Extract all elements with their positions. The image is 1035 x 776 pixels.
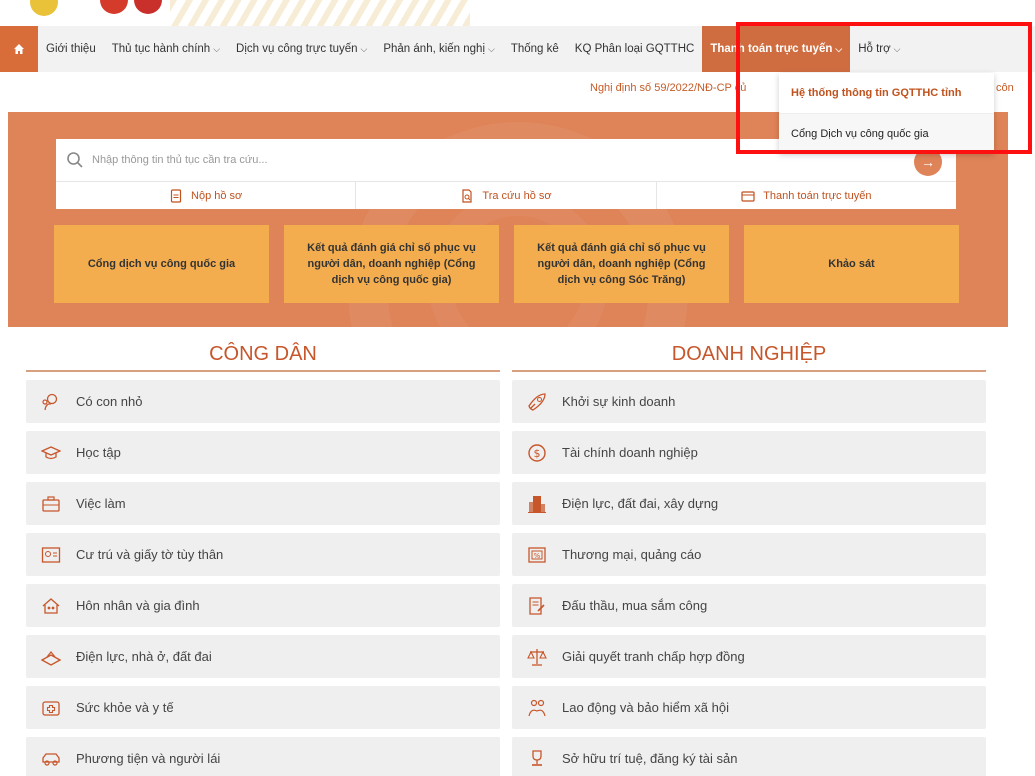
land-icon bbox=[41, 650, 61, 666]
baby-icon bbox=[42, 393, 58, 410]
feature-cards: Cổng dịch vụ công quốc gia Kết quả đánh … bbox=[54, 225, 959, 303]
credit-card-icon bbox=[741, 190, 755, 202]
list-item-label: Cư trú và giấy tờ tùy thân bbox=[76, 547, 224, 562]
quick-link-label: Tra cứu hồ sơ bbox=[482, 189, 552, 202]
business-item-thuong-mai[interactable]: % Thương mại, quảng cáo bbox=[512, 533, 986, 576]
emblem-logo bbox=[30, 0, 58, 16]
document-edit-icon bbox=[529, 596, 545, 615]
business-item-khoi-su[interactable]: Khởi sự kinh doanh bbox=[512, 380, 986, 423]
list-item-label: Sở hữu trí tuệ, đăng ký tài sản bbox=[562, 751, 738, 766]
business-item-so-huu-tri-tue[interactable]: Sở hữu trí tuệ, đăng ký tài sản bbox=[512, 737, 986, 776]
citizen-item-phuong-tien[interactable]: Phương tiện và người lái bbox=[26, 737, 500, 776]
divider bbox=[512, 370, 986, 372]
citizen-title: CÔNG DÂN bbox=[209, 343, 317, 365]
list-item-label: Phương tiện và người lái bbox=[76, 751, 221, 766]
list-item-label: Sức khỏe và y tế bbox=[76, 700, 174, 715]
business-item-dau-thau[interactable]: Đấu thầu, mua sắm công bbox=[512, 584, 986, 627]
nav-label: Thống kê bbox=[510, 43, 559, 55]
list-item-label: Lao động và bảo hiểm xã hội bbox=[562, 700, 729, 715]
search-icon bbox=[67, 152, 83, 168]
quick-link-nop-ho-so[interactable]: Nộp hồ sơ bbox=[56, 182, 357, 209]
citizen-item-suc-khoe[interactable]: Sức khỏe và y tế bbox=[26, 686, 500, 729]
business-title: DOANH NGHIỆP bbox=[671, 343, 827, 365]
graduation-cap-icon bbox=[41, 445, 61, 459]
card-cong-dvc-quoc-gia[interactable]: Cổng dịch vụ công quốc gia bbox=[54, 225, 269, 303]
citizen-item-co-con-nho[interactable]: Có con nhỏ bbox=[26, 380, 500, 423]
nav-label: Thủ tục hành chính bbox=[111, 43, 211, 55]
citizen-item-cu-tru[interactable]: Cư trú và giấy tờ tùy thân bbox=[26, 533, 500, 576]
list-item-label: Có con nhỏ bbox=[76, 394, 143, 409]
nav-item-gioi-thieu[interactable]: Giới thiệu bbox=[38, 26, 104, 72]
worker-icon bbox=[528, 699, 546, 716]
chevron-down-icon: ⌵ bbox=[488, 43, 495, 54]
search-input[interactable]: Nhập thông tin thủ tục cần tra cứu... bbox=[92, 154, 268, 166]
banner-decoration bbox=[100, 0, 164, 14]
nav-item-phan-anh[interactable]: Phản ánh, kiến nghị ⌵ bbox=[375, 26, 503, 72]
citizen-item-dien-luc-nha-o[interactable]: Điện lực, nhà ở, đất đai bbox=[26, 635, 500, 678]
rocket-icon bbox=[528, 392, 546, 411]
card-danh-gia-soc-trang[interactable]: Kết quả đánh giá chỉ số phục vụ người dâ… bbox=[514, 225, 729, 303]
arrow-right-icon: → bbox=[921, 154, 935, 170]
card-danh-gia-quoc-gia[interactable]: Kết quả đánh giá chỉ số phục vụ người dâ… bbox=[284, 225, 499, 303]
list-item-label: Khởi sự kinh doanh bbox=[562, 394, 676, 409]
scales-icon bbox=[527, 648, 547, 666]
citizen-item-hoc-tap[interactable]: Học tập bbox=[26, 431, 500, 474]
business-column: DOANH NGHIỆP Khởi sự kinh doanh $ Tài ch… bbox=[512, 340, 986, 776]
divider bbox=[26, 370, 500, 372]
trophy-icon bbox=[532, 749, 542, 766]
car-icon bbox=[42, 752, 60, 766]
chevron-down-icon: ⌵ bbox=[360, 43, 368, 54]
list-item-label: Việc làm bbox=[76, 496, 126, 511]
chevron-down-icon: ⌵ bbox=[213, 43, 221, 54]
svg-text:$: $ bbox=[534, 447, 541, 460]
list-item-label: Thương mại, quảng cáo bbox=[562, 547, 702, 562]
quick-link-tra-cuu-ho-so[interactable]: Tra cứu hồ sơ bbox=[356, 182, 657, 209]
quick-link-label: Thanh toán trực tuyến bbox=[763, 189, 872, 202]
business-item-lao-dong[interactable]: Lao động và bảo hiểm xã hội bbox=[512, 686, 986, 729]
quick-link-thanh-toan[interactable]: Thanh toán trực tuyến bbox=[657, 182, 956, 209]
citizen-item-viec-lam[interactable]: Việc làm bbox=[26, 482, 500, 525]
list-item-label: Học tập bbox=[76, 445, 121, 460]
nav-label: Dịch vụ công trực tuyến bbox=[236, 43, 358, 55]
card-khao-sat[interactable]: Khảo sát bbox=[744, 225, 959, 303]
business-item-tranh-chap[interactable]: Giải quyết tranh chấp hợp đồng bbox=[512, 635, 986, 678]
nav-item-thong-ke[interactable]: Thống kê bbox=[503, 26, 567, 72]
family-house-icon bbox=[42, 597, 60, 614]
briefcase-icon bbox=[42, 495, 60, 512]
home-button[interactable] bbox=[0, 26, 38, 72]
quick-links: Nộp hồ sơ Tra cứu hồ sơ Thanh toán trực … bbox=[56, 181, 956, 209]
nav-item-kq-phan-loai[interactable]: KQ Phân loại GQTTHC bbox=[567, 26, 703, 72]
citizen-column: CÔNG DÂN Có con nhỏ Học tập Việc làm Cư … bbox=[26, 340, 500, 776]
nav-item-dich-vu-cong[interactable]: Dịch vụ công trực tuyến ⌵ bbox=[228, 26, 375, 72]
list-item-label: Hôn nhân và gia đình bbox=[76, 598, 200, 613]
dollar-icon: $ bbox=[528, 443, 546, 462]
nav-label: KQ Phân loại GQTTHC bbox=[574, 43, 695, 55]
home-icon bbox=[14, 44, 24, 54]
quick-link-label: Nộp hồ sơ bbox=[191, 189, 243, 202]
document-icon bbox=[170, 188, 182, 203]
banner-pattern bbox=[170, 0, 470, 26]
citizen-item-hon-nhan[interactable]: Hôn nhân và gia đình bbox=[26, 584, 500, 627]
annotation-highlight-box bbox=[736, 22, 1032, 154]
nav-label: Phản ánh, kiến nghị bbox=[383, 43, 486, 55]
search-document-icon bbox=[462, 188, 472, 203]
business-item-tai-chinh[interactable]: $ Tài chính doanh nghiệp bbox=[512, 431, 986, 474]
nav-item-thu-tuc-hanh-chinh[interactable]: Thủ tục hành chính ⌵ bbox=[104, 26, 228, 72]
id-card-icon bbox=[41, 546, 61, 563]
business-item-dien-luc-xay-dung[interactable]: Điện lực, đất đai, xây dựng bbox=[512, 482, 986, 525]
medical-icon bbox=[42, 700, 60, 716]
list-item-label: Giải quyết tranh chấp hợp đồng bbox=[562, 649, 745, 664]
list-item-label: Tài chính doanh nghiệp bbox=[562, 445, 698, 460]
percent-tag-icon: % bbox=[528, 546, 546, 563]
building-icon bbox=[528, 495, 546, 513]
list-item-label: Đấu thầu, mua sắm công bbox=[562, 598, 708, 613]
ticker-text: Nghị định số 59/2022/NĐ-CP củ bbox=[590, 82, 747, 94]
nav-label: Giới thiệu bbox=[46, 43, 96, 55]
list-item-label: Điện lực, nhà ở, đất đai bbox=[76, 649, 212, 664]
svg-text:%: % bbox=[534, 552, 541, 560]
list-item-label: Điện lực, đất đai, xây dựng bbox=[562, 496, 719, 511]
